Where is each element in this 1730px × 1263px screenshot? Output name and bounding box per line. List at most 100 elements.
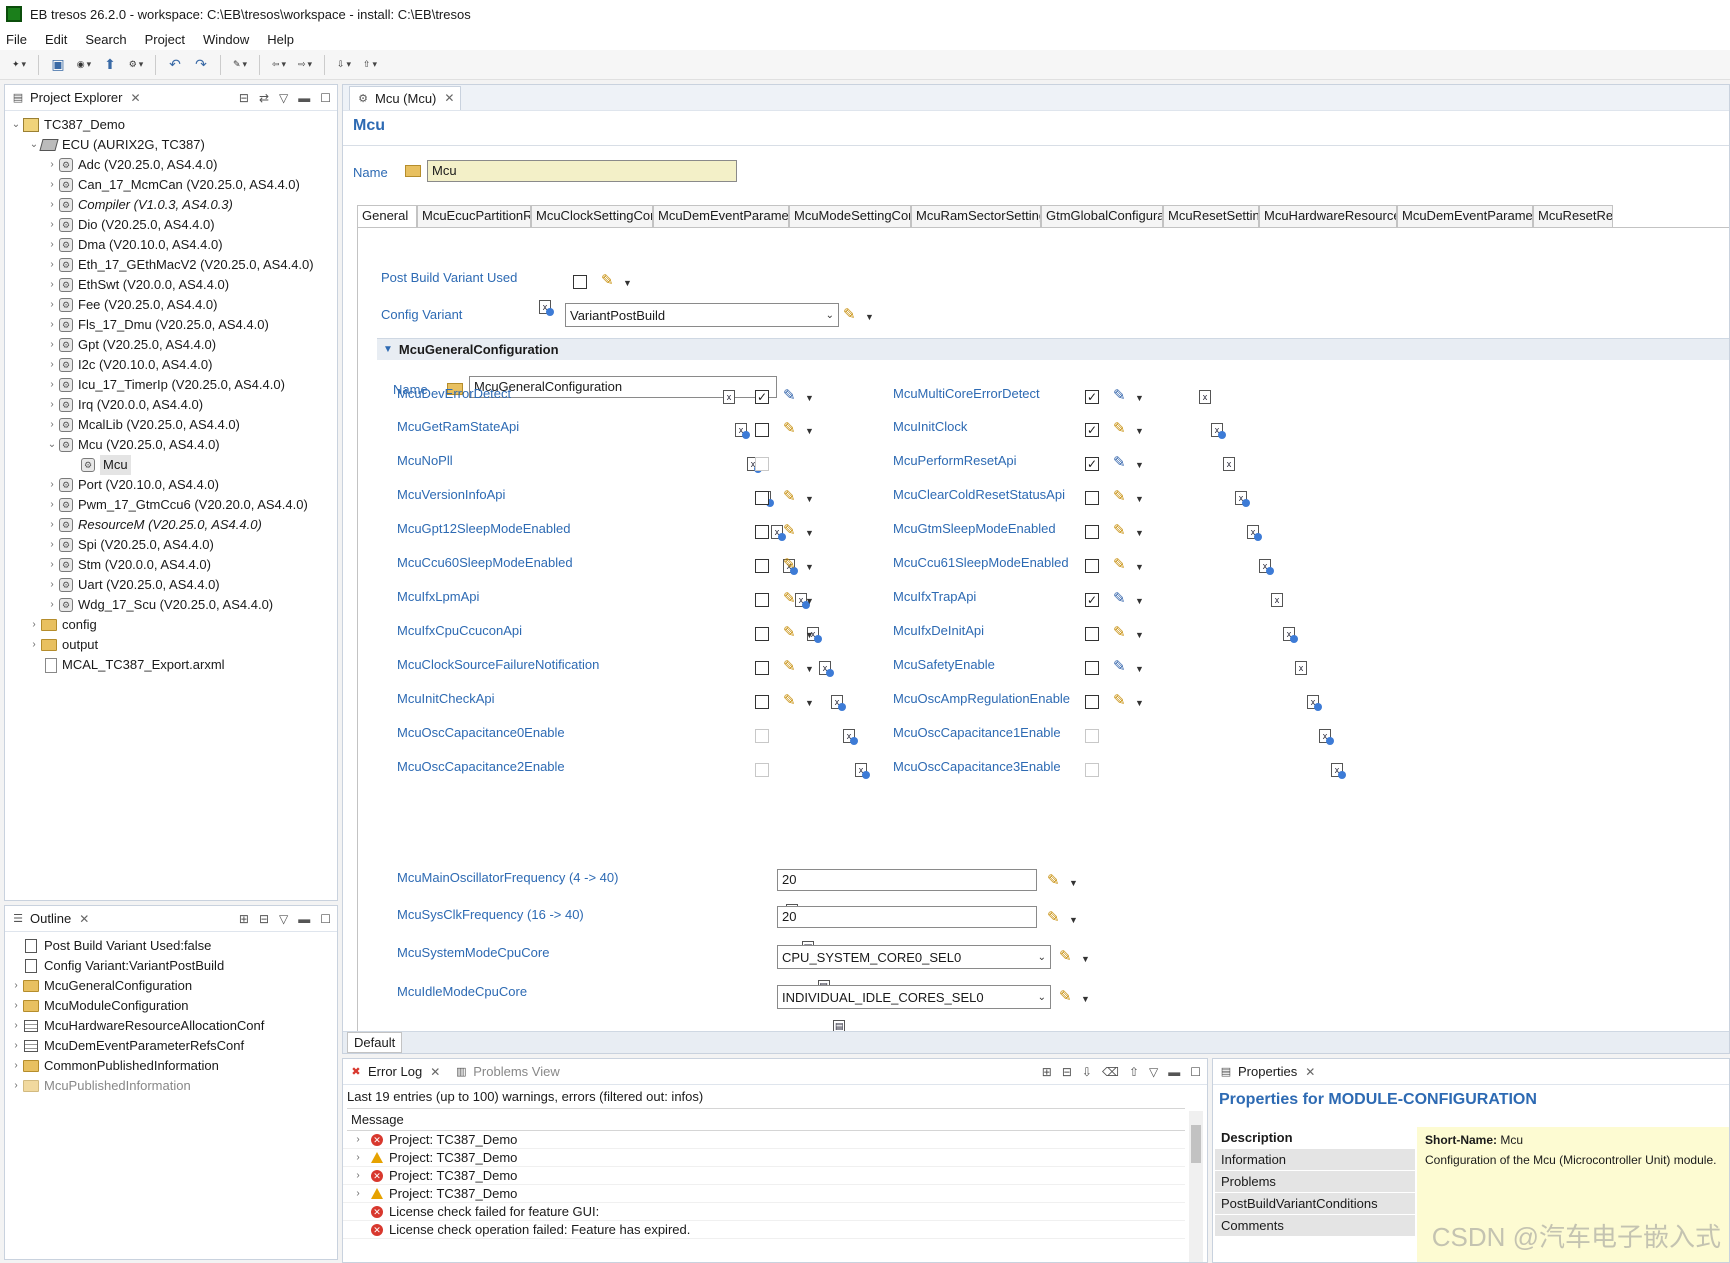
chevron-right-icon[interactable]: › xyxy=(351,1149,365,1167)
fixed-value-icon[interactable]: x xyxy=(1199,390,1211,404)
properties-section-tab[interactable]: Comments xyxy=(1215,1215,1415,1237)
config-tab[interactable]: General xyxy=(357,205,417,227)
minimize-icon[interactable]: ▬ xyxy=(298,912,310,926)
chevron-down-icon[interactable]: ▼ xyxy=(805,494,814,504)
view-menu-icon[interactable]: ▽ xyxy=(1149,1065,1158,1079)
tree-item-module[interactable]: › ⚙ I2c (V20.10.0, AS4.4.0) xyxy=(5,355,337,375)
calc-icon[interactable]: x xyxy=(1331,763,1346,779)
param-checkbox[interactable] xyxy=(1085,695,1099,709)
locked-pencil-icon[interactable]: ✎ xyxy=(783,386,796,404)
properties-tab[interactable]: Properties xyxy=(1238,1064,1297,1079)
chevron-down-icon[interactable]: ⌄ xyxy=(45,435,59,455)
chevron-down-icon[interactable]: ▼ xyxy=(1135,494,1144,504)
chevron-down-icon[interactable]: ▼ xyxy=(1135,393,1144,403)
pencil-icon[interactable]: ✎ xyxy=(1047,871,1060,889)
new-icon[interactable]: ✦ xyxy=(8,54,30,76)
tree-item-module[interactable]: › ⚙ Spi (V20.25.0, AS4.4.0) xyxy=(5,535,337,555)
config-tab[interactable]: McuResetRe xyxy=(1533,205,1613,227)
param-checkbox[interactable] xyxy=(1085,627,1099,641)
tree-item-module[interactable]: › ⚙ Uart (V20.25.0, AS4.4.0) xyxy=(5,575,337,595)
chevron-right-icon[interactable]: › xyxy=(9,1016,23,1036)
idle-mode-select[interactable]: INDIVIDUAL_IDLE_CORES_SEL0 ⌄ xyxy=(777,985,1051,1009)
calc-icon[interactable]: x xyxy=(1247,525,1262,541)
system-mode-select[interactable]: CPU_SYSTEM_CORE0_SEL0 ⌄ xyxy=(777,945,1051,969)
chevron-right-icon[interactable]: › xyxy=(45,355,59,375)
config-tab[interactable]: McuRamSectorSettingC xyxy=(911,205,1041,227)
next-annotation-icon[interactable]: ⇩ xyxy=(333,54,355,76)
menu-help[interactable]: Help xyxy=(267,32,294,47)
post-build-checkbox[interactable] xyxy=(573,275,587,289)
section-header[interactable]: ▼ McuGeneralConfiguration xyxy=(377,338,1729,360)
tree-item-module[interactable]: › ⚙ Port (V20.10.0, AS4.4.0) xyxy=(5,475,337,495)
fixed-value-icon[interactable]: x xyxy=(1295,661,1307,675)
chevron-down-icon[interactable]: ▼ xyxy=(805,528,814,538)
view-menu-icon[interactable]: ▽ xyxy=(279,91,288,105)
pencil-icon[interactable]: ✎ xyxy=(1113,521,1126,539)
message-column-header[interactable]: Message xyxy=(347,1108,1185,1131)
calc-icon[interactable]: x xyxy=(1283,627,1298,643)
collapse-all-icon[interactable]: ⊟ xyxy=(239,91,249,105)
maximize-icon[interactable]: ☐ xyxy=(320,91,331,105)
tree-item-module[interactable]: › ⚙ Eth_17_GEthMacV2 (V20.25.0, AS4.4.0) xyxy=(5,255,337,275)
calc-icon[interactable]: x xyxy=(771,525,786,541)
properties-section-tab[interactable]: PostBuildVariantConditions xyxy=(1215,1193,1415,1215)
param-checkbox[interactable] xyxy=(755,559,769,573)
outline-item[interactable]: › McuDemEventParameterRefsConf xyxy=(5,1036,337,1056)
chevron-right-icon[interactable]: › xyxy=(45,575,59,595)
calc-icon[interactable]: x xyxy=(1259,559,1274,575)
pencil-icon[interactable]: ✎ xyxy=(783,555,796,573)
calc-icon[interactable]: x xyxy=(1211,423,1226,439)
close-icon[interactable]: ✕ xyxy=(1305,1065,1315,1079)
chevron-right-icon[interactable]: › xyxy=(9,1036,23,1056)
tree-item-module[interactable]: ⌄ ⚙ Mcu (V20.25.0, AS4.4.0) xyxy=(5,435,337,455)
clear-log-icon[interactable]: ⌫ xyxy=(1102,1065,1119,1079)
chevron-down-icon[interactable]: ▼ xyxy=(1135,698,1144,708)
chevron-right-icon[interactable]: › xyxy=(351,1167,365,1185)
pencil-icon[interactable]: ✎ xyxy=(1113,555,1126,573)
minimize-icon[interactable]: ▬ xyxy=(1168,1065,1180,1079)
properties-section-tab[interactable]: Information xyxy=(1215,1149,1415,1171)
redo-icon[interactable]: ↷ xyxy=(190,54,212,76)
chevron-right-icon[interactable]: › xyxy=(45,195,59,215)
chevron-right-icon[interactable]: › xyxy=(27,635,41,655)
param-checkbox[interactable] xyxy=(755,423,769,437)
chevron-down-icon[interactable]: ▼ xyxy=(1135,596,1144,606)
chevron-right-icon[interactable]: › xyxy=(45,155,59,175)
tree-item-module[interactable]: › ⚙ Fls_17_Dmu (V20.25.0, AS4.4.0) xyxy=(5,315,337,335)
chevron-down-icon[interactable]: ▼ xyxy=(1135,630,1144,640)
chevron-down-icon[interactable]: ▼ xyxy=(805,698,814,708)
locked-pencil-icon[interactable]: ✎ xyxy=(1113,453,1126,471)
tree-item-module[interactable]: › ⚙ Compiler (V1.0.3, AS4.0.3) xyxy=(5,195,337,215)
chevron-down-icon[interactable]: ▼ xyxy=(1081,994,1090,1004)
log-row[interactable]: ✕ License check operation failed: Feature… xyxy=(343,1221,1185,1239)
chevron-right-icon[interactable]: › xyxy=(45,235,59,255)
chevron-down-icon[interactable]: ▼ xyxy=(1081,954,1090,964)
chevron-down-icon[interactable]: ▼ xyxy=(805,393,814,403)
chevron-right-icon[interactable]: › xyxy=(45,555,59,575)
close-icon[interactable]: ✕ xyxy=(430,1065,440,1079)
outline-tab[interactable]: ☰ Outline ✕ ⊞ ⊟ ▽ ▬ ☐ xyxy=(5,906,337,932)
pencil-icon[interactable]: ✎ xyxy=(1113,623,1126,641)
outline-item[interactable]: Post Build Variant Used:false xyxy=(5,936,337,956)
tree-item-project[interactable]: ⌄ TC387_Demo xyxy=(5,115,337,135)
chevron-down-icon[interactable]: ▼ xyxy=(1135,426,1144,436)
calc-icon[interactable]: x xyxy=(1235,491,1250,507)
name-field[interactable]: Mcu xyxy=(427,160,737,182)
tree-item-mcu-config[interactable]: ⚙ Mcu xyxy=(5,455,337,475)
param-checkbox[interactable] xyxy=(1085,559,1099,573)
menu-edit[interactable]: Edit xyxy=(45,32,67,47)
tree-item-module[interactable]: › ⚙ Dma (V20.10.0, AS4.4.0) xyxy=(5,235,337,255)
menu-window[interactable]: Window xyxy=(203,32,249,47)
forward-icon[interactable]: ⇨ xyxy=(294,54,316,76)
config-tab[interactable]: McuModeSettingConf xyxy=(789,205,911,227)
link-editor-icon[interactable]: ⇄ xyxy=(259,91,269,105)
tree-item-module[interactable]: › ⚙ Irq (V20.0.0, AS4.4.0) xyxy=(5,395,337,415)
chevron-down-icon[interactable]: ▼ xyxy=(1135,528,1144,538)
tree-item-module[interactable]: › ⚙ McalLib (V20.25.0, AS4.4.0) xyxy=(5,415,337,435)
menu-project[interactable]: Project xyxy=(145,32,185,47)
menu-file[interactable]: File xyxy=(6,32,27,47)
pencil-icon[interactable]: ✎ xyxy=(783,623,796,641)
config-variant-select[interactable]: VariantPostBuild ⌄ xyxy=(565,303,839,327)
chevron-down-icon[interactable]: ▼ xyxy=(805,664,814,674)
maximize-icon[interactable]: ☐ xyxy=(320,912,331,926)
